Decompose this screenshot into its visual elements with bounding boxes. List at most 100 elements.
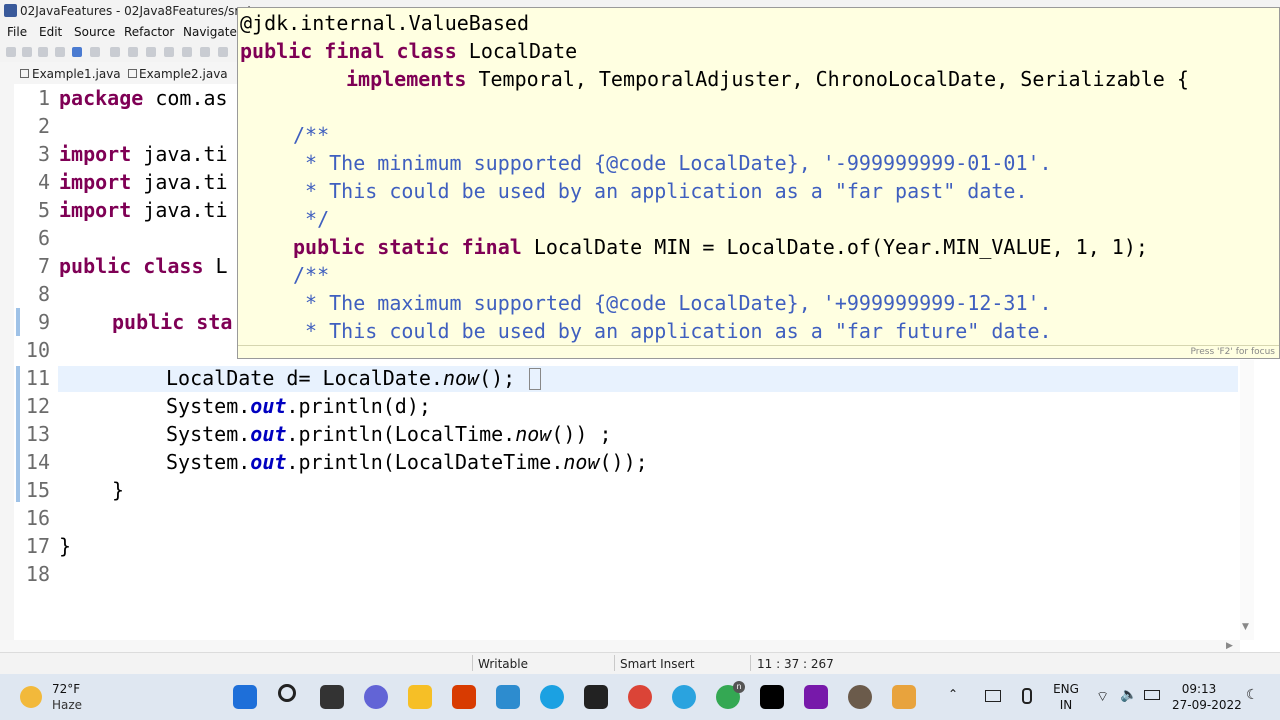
debug-icon[interactable] xyxy=(110,47,120,57)
java-file-icon xyxy=(20,69,29,78)
language-eng[interactable]: ENG xyxy=(1050,682,1082,696)
popup-focus-hint: Press 'F2' for focus xyxy=(1190,347,1275,357)
line-number: 6 xyxy=(37,226,50,250)
windows-taskbar: 72°F Haze n ⌃ ENG IN ⌔ 🔈 09:13 27-09-202… xyxy=(0,674,1280,720)
code-line: System.out.println(d); xyxy=(166,394,431,418)
popup-comment: * The maximum supported {@code LocalDate… xyxy=(293,291,1052,315)
horizontal-scrollbar[interactable]: ▶ xyxy=(0,640,1240,652)
chrome-icon[interactable] xyxy=(628,685,652,709)
notification-badge: n xyxy=(733,681,745,693)
tab-example2[interactable]: Example2.java xyxy=(139,67,228,81)
code-line: import java.ti xyxy=(59,170,228,194)
status-bar: Writable Smart Insert 11 : 37 : 267 xyxy=(0,652,1280,675)
drop-frame-icon[interactable] xyxy=(218,47,228,57)
edge-icon[interactable] xyxy=(540,685,564,709)
code-line: System.out.println(LocalTime.now()) ; xyxy=(166,422,612,446)
popup-comment: /** xyxy=(293,123,330,147)
popup-comment: */ xyxy=(293,207,330,231)
vertical-scrollbar[interactable]: ▼ xyxy=(1240,360,1254,640)
notifications-icon[interactable]: ☾ xyxy=(1246,687,1259,703)
tab-example1[interactable]: Example1.java xyxy=(32,67,121,81)
save-icon[interactable] xyxy=(38,47,48,57)
menu-bar: File Edit Source Refactor Navigate xyxy=(0,22,240,42)
dropdown-icon[interactable] xyxy=(22,47,32,57)
code-line: } xyxy=(59,534,72,558)
java-file-icon xyxy=(128,69,137,78)
line-number: 16 xyxy=(25,506,50,530)
language-in[interactable]: IN xyxy=(1050,698,1082,712)
intellij-icon[interactable] xyxy=(760,685,784,709)
popup-comment: * This could be used by an application a… xyxy=(293,319,1052,343)
bracket-match-box xyxy=(529,368,541,390)
scroll-down-icon[interactable]: ▼ xyxy=(1242,622,1249,632)
code-line: package com.as xyxy=(59,86,228,110)
eclipse-app-icon xyxy=(4,4,17,17)
line-number: 14 xyxy=(25,450,50,474)
line-number: 4 xyxy=(37,170,50,194)
volume-icon[interactable]: 🔈 xyxy=(1120,687,1137,703)
popup-separator xyxy=(238,345,1279,346)
telegram-icon[interactable] xyxy=(672,685,696,709)
menu-source[interactable]: Source xyxy=(74,25,115,39)
code-line: LocalDate d= LocalDate.now(); xyxy=(166,366,516,390)
clock-date[interactable]: 27-09-2022 xyxy=(1172,698,1242,712)
toolbar xyxy=(0,42,240,62)
chevron-up-icon[interactable]: ⌃ xyxy=(948,687,958,701)
weather-haze-icon[interactable] xyxy=(20,686,42,708)
editor-tabs: Example1.java Example2.java xyxy=(0,62,240,85)
code-line: System.out.println(LocalDateTime.now()); xyxy=(166,450,648,474)
battery-icon[interactable] xyxy=(1144,690,1160,700)
menu-refactor[interactable]: Refactor xyxy=(124,25,174,39)
line-number: 13 xyxy=(25,422,50,446)
new-icon[interactable] xyxy=(6,47,16,57)
sticky-app-icon[interactable] xyxy=(584,685,608,709)
run-icon[interactable] xyxy=(128,47,138,57)
onenote-icon[interactable] xyxy=(804,685,828,709)
line-number: 18 xyxy=(25,562,50,586)
code-line: } xyxy=(112,478,125,502)
step-icon[interactable] xyxy=(164,47,174,57)
notepad-icon[interactable] xyxy=(496,685,520,709)
code-line: import java.ti xyxy=(59,142,228,166)
wifi-icon[interactable]: ⌔ xyxy=(1096,688,1109,706)
code-line: public class L xyxy=(59,254,228,278)
status-insert-mode: Smart Insert xyxy=(620,657,695,671)
step-over-icon[interactable] xyxy=(182,47,192,57)
windows-start-icon[interactable] xyxy=(233,685,257,709)
office-icon[interactable] xyxy=(452,685,476,709)
toggle-icon[interactable] xyxy=(90,47,100,57)
line-number: 10 xyxy=(25,338,50,362)
code-line: import java.ti xyxy=(59,198,228,222)
line-number: 11 xyxy=(25,366,50,390)
terminal-icon[interactable] xyxy=(72,47,82,57)
step-return-icon[interactable] xyxy=(200,47,210,57)
line-number: 7 xyxy=(37,254,50,278)
java-coffee-icon[interactable] xyxy=(892,685,916,709)
microphone-icon[interactable] xyxy=(1022,688,1032,704)
clock-time[interactable]: 09:13 xyxy=(1172,682,1226,696)
javadoc-hover-popup[interactable]: @jdk.internal.ValueBased public final cl… xyxy=(237,7,1280,359)
stop-icon[interactable] xyxy=(146,47,156,57)
line-number: 3 xyxy=(37,142,50,166)
task-view-icon[interactable] xyxy=(320,685,344,709)
file-explorer-icon[interactable] xyxy=(408,685,432,709)
menu-navigate[interactable]: Navigate xyxy=(183,25,237,39)
popup-class-decl: public final class LocalDate xyxy=(240,39,578,63)
weather-text[interactable]: Haze xyxy=(52,698,82,712)
line-number: 9 xyxy=(37,310,50,334)
status-cursor-position: 11 : 37 : 267 xyxy=(757,657,834,671)
display-icon[interactable] xyxy=(985,690,1001,702)
weather-temp[interactable]: 72°F xyxy=(52,682,80,696)
line-number: 17 xyxy=(25,534,50,558)
save-all-icon[interactable] xyxy=(55,47,65,57)
line-number: 1 xyxy=(37,86,50,110)
popup-field-min: public static final LocalDate MIN = Loca… xyxy=(293,235,1148,259)
menu-file[interactable]: File xyxy=(7,25,27,39)
search-icon[interactable] xyxy=(278,684,296,702)
app-icon[interactable] xyxy=(848,685,872,709)
line-number: 12 xyxy=(25,394,50,418)
chat-icon[interactable] xyxy=(364,685,388,709)
menu-edit[interactable]: Edit xyxy=(39,25,62,39)
scroll-right-icon[interactable]: ▶ xyxy=(1226,641,1233,651)
popup-comment: * The minimum supported {@code LocalDate… xyxy=(293,151,1052,175)
